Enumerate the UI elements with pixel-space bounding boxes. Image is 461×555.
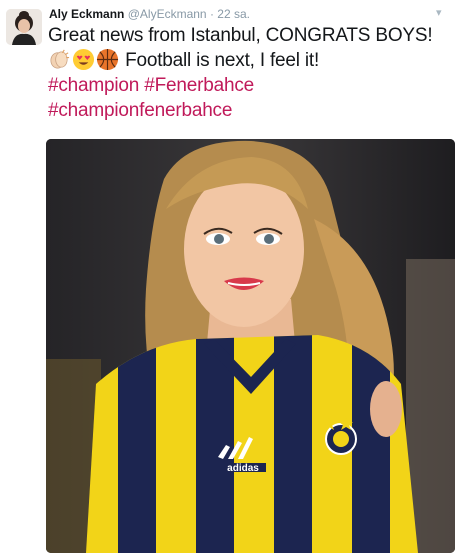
heart-eyes-emoji: [72, 48, 95, 71]
basketball-emoji: [96, 48, 119, 71]
avatar-image: [6, 9, 42, 45]
tweet-card: Aly Eckmann @AlyEckmann · 22 sa. ▾ Great…: [0, 0, 461, 555]
header-separator: ·: [209, 7, 214, 21]
photo-illustration: adidas: [46, 139, 455, 553]
tweet-text-part1: Great news from Istanbul, CONGRATS BOYS!: [48, 25, 433, 46]
clapping-hands-emoji: [50, 49, 70, 69]
tweet-photo[interactable]: adidas: [46, 139, 455, 553]
tweet-text-part2: Football is next, I feel it!: [120, 50, 320, 71]
tweet-text: Great news from Istanbul, CONGRATS BOYS!…: [48, 23, 453, 123]
hashtag-champion[interactable]: #champion: [48, 75, 139, 96]
tweet-timestamp[interactable]: 22 sa.: [217, 7, 250, 21]
chevron-down-icon[interactable]: ▾: [436, 6, 442, 19]
author-handle[interactable]: @AlyEckmann: [128, 7, 207, 21]
jersey-brand-text: adidas: [227, 463, 259, 474]
author-name[interactable]: Aly Eckmann: [49, 7, 124, 21]
avatar[interactable]: [6, 9, 42, 45]
hashtag-fenerbahce[interactable]: #Fenerbahce: [144, 75, 254, 96]
tweet-header: Aly Eckmann @AlyEckmann · 22 sa.: [49, 7, 250, 21]
hashtag-championfenerbahce[interactable]: #championfenerbahce: [48, 100, 232, 121]
